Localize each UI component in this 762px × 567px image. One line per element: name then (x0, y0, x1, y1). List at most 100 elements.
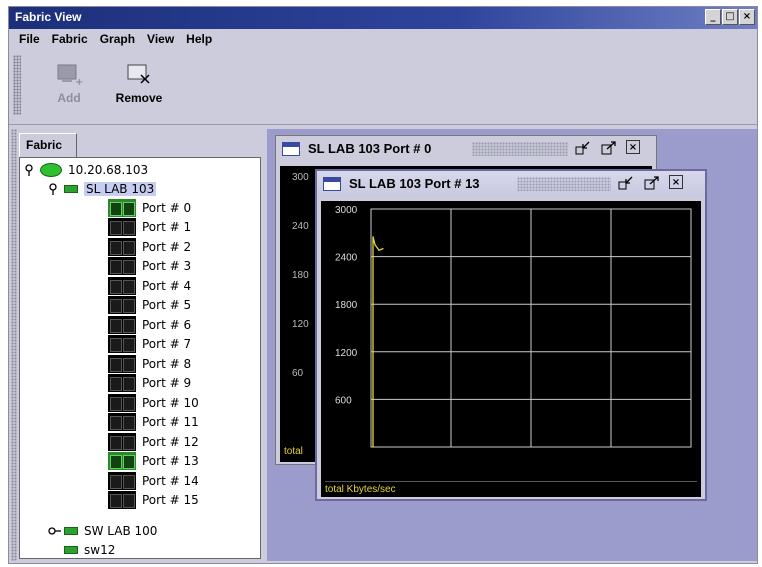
remove-button[interactable]: Remove (107, 59, 171, 115)
port-label: Port # 4 (142, 278, 192, 293)
port-icon (108, 296, 136, 314)
back-y-tick-label: 300 (292, 172, 309, 183)
tree-node-port[interactable]: Port # 4 (108, 276, 191, 295)
port-icon (108, 452, 136, 470)
tree-node-fabric[interactable]: 10.20.68.103 (24, 160, 148, 179)
back-y-tick-label: 240 (292, 221, 309, 232)
minimize-icon[interactable] (617, 175, 635, 191)
port-label: Port # 14 (142, 473, 199, 488)
port-icon (108, 374, 136, 392)
port-icon (108, 432, 136, 451)
series-point (372, 343, 374, 345)
minimize-icon[interactable] (574, 140, 592, 156)
series-point (382, 248, 384, 250)
panel-grip[interactable] (11, 129, 17, 561)
port-icon (108, 354, 136, 373)
back-y-tick-label: 120 (292, 319, 309, 330)
tree-node-switch-2[interactable]: SW LAB 100 (48, 521, 157, 540)
window-controls: _ □ × (705, 9, 755, 25)
tree-node-port[interactable]: Port # 15 (108, 491, 199, 510)
expand-handle-icon[interactable] (24, 163, 34, 176)
toolbar: + Add Remove (9, 51, 757, 125)
switch-3-label: sw12 (84, 542, 116, 557)
graph-plot-port-13: 3000 2400 1800 1200 600 total Kbytes/sec (321, 201, 701, 497)
tree-node-port[interactable]: Port # 2 (108, 237, 191, 256)
port-label: Port # 15 (142, 493, 199, 507)
fabric-view-window: Fabric View _ □ × File Fabric Graph View… (8, 6, 758, 564)
port-icon (108, 198, 136, 217)
tree-node-port[interactable]: Port # 7 (108, 335, 191, 354)
tree-node-port[interactable]: Port # 9 (108, 374, 191, 393)
maximize-icon[interactable] (600, 140, 618, 156)
add-button[interactable]: + Add (37, 59, 101, 115)
menu-fabric[interactable]: Fabric (46, 29, 94, 51)
port-label: Port # 2 (142, 239, 192, 254)
close-icon[interactable]: × (669, 175, 683, 189)
fabric-icon (40, 162, 62, 177)
port-label: Port # 10 (142, 395, 199, 410)
graph-window-controls: × (574, 140, 640, 156)
y-tick-label: 1200 (335, 348, 358, 359)
menu-graph[interactable]: Graph (94, 29, 141, 51)
collapse-handle-icon[interactable] (48, 525, 61, 537)
y-tick-label: 600 (335, 395, 352, 406)
port-label: Port # 7 (142, 337, 192, 351)
menu-help[interactable]: Help (180, 29, 218, 51)
port-icon (108, 413, 136, 431)
expand-handle-icon[interactable] (48, 182, 58, 195)
tree-node-port[interactable]: Port # 0 (108, 198, 191, 217)
switch-icon (64, 184, 78, 193)
switch-icon (64, 545, 78, 554)
add-label: Add (57, 91, 81, 105)
toolbar-grip[interactable] (13, 55, 21, 115)
tree-node-port[interactable]: Port # 6 (108, 315, 191, 334)
back-y-tick-label: 60 (292, 368, 304, 379)
title-grip (472, 142, 568, 156)
graph-title: SL LAB 103 Port # 13 (349, 176, 480, 191)
port-icon (108, 257, 136, 275)
tree-node-port[interactable]: Port # 13 (108, 452, 199, 471)
tree-node-port[interactable]: Port # 8 (108, 354, 191, 373)
window-title: Fabric View (15, 10, 82, 24)
tree-node-port[interactable]: Port # 14 (108, 471, 199, 490)
fabric-tree: 10.20.68.103 SL LAB 103 Port # 0 Port # 1… (19, 157, 261, 559)
graph-title: SL LAB 103 Port # 0 (308, 141, 432, 156)
remove-graph-icon (125, 63, 153, 87)
close-button[interactable]: × (739, 9, 755, 25)
switch-label-selected: SL LAB 103 (84, 181, 157, 196)
port-label: Port # 12 (142, 434, 199, 449)
tree-node-port[interactable]: Port # 11 (108, 413, 199, 432)
y-tick-label: 2400 (335, 253, 358, 264)
graph-title-bar[interactable]: SL LAB 103 Port # 0 × (276, 136, 656, 162)
maximize-button[interactable]: □ (722, 9, 738, 25)
graph-window-port-13[interactable]: SL LAB 103 Port # 13 × 3000 2400 1800 1200 6… (315, 169, 707, 501)
series-point (374, 244, 376, 246)
tree-node-port[interactable]: Port # 12 (108, 432, 199, 451)
port-icon (108, 237, 136, 256)
port-icon (108, 218, 136, 236)
menu-file[interactable]: File (13, 29, 46, 51)
graph-footer: total (284, 446, 303, 457)
port-label: Port # 11 (142, 415, 199, 429)
maximize-icon[interactable] (643, 175, 661, 191)
port-label: Port # 13 (142, 454, 199, 468)
switch-2-label: SW LAB 100 (84, 523, 158, 538)
menu-view[interactable]: View (141, 29, 180, 51)
tree-node-port[interactable]: Port # 10 (108, 393, 199, 412)
close-icon[interactable]: × (626, 140, 640, 154)
title-grip (517, 177, 611, 191)
minimize-button[interactable]: _ (705, 9, 721, 25)
tree-node-port[interactable]: Port # 5 (108, 296, 191, 315)
tree-node-switch[interactable]: SL LAB 103 (48, 179, 157, 198)
tree-node-port[interactable]: Port # 1 (108, 218, 191, 237)
add-graph-icon: + (55, 63, 83, 88)
document-icon (323, 177, 341, 191)
tab-fabric[interactable]: Fabric (19, 133, 77, 157)
remove-label: Remove (115, 91, 163, 105)
tree-node-switch-3[interactable]: sw12 (64, 540, 116, 558)
title-bar[interactable]: Fabric View _ □ × (9, 7, 757, 29)
port-icon (108, 471, 136, 490)
tree-node-port[interactable]: Port # 3 (108, 257, 191, 276)
port-icon (108, 335, 136, 353)
graph-title-bar[interactable]: SL LAB 103 Port # 13 × (317, 171, 705, 197)
